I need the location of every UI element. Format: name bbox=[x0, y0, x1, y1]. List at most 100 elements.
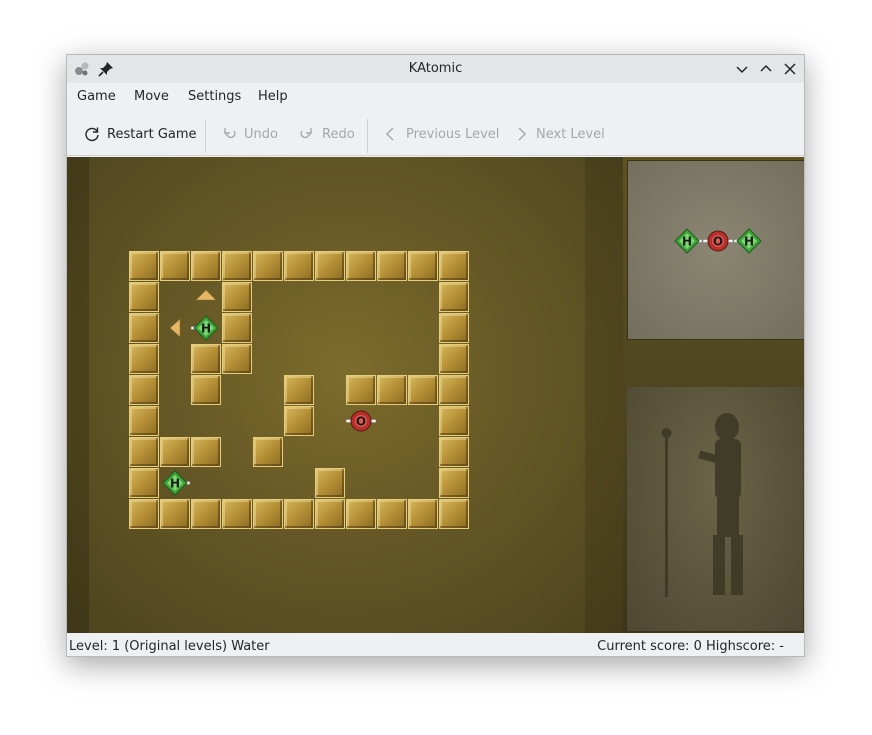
preview-hydrogen-atom: H bbox=[733, 228, 762, 254]
molecule-preview: HOH bbox=[674, 228, 762, 254]
wall-tile bbox=[315, 468, 345, 498]
previous-level-button[interactable]: Previous Level bbox=[382, 125, 499, 143]
wall-tile bbox=[191, 437, 221, 467]
sidebar: HOH bbox=[623, 157, 804, 633]
restart-game-button[interactable]: Restart Game bbox=[83, 125, 197, 143]
next-level-label: Next Level bbox=[536, 126, 605, 142]
wall-tile bbox=[439, 468, 469, 498]
wall-tile bbox=[439, 406, 469, 436]
wall-tile bbox=[222, 499, 252, 529]
level-status: Level: 1 (Original levels) Water bbox=[69, 639, 270, 654]
wall-tile bbox=[439, 282, 469, 312]
wall-tile bbox=[191, 344, 221, 374]
move-arrow-left-icon[interactable] bbox=[160, 313, 190, 347]
game-playfield[interactable]: H O H bbox=[67, 157, 623, 633]
toolbar: Restart Game Undo Redo Previous Level Ne… bbox=[67, 113, 804, 156]
title-bar: KAtomic bbox=[67, 55, 804, 83]
move-arrow-up-icon[interactable] bbox=[191, 282, 221, 316]
wall-tile bbox=[408, 375, 438, 405]
wall-tile bbox=[439, 375, 469, 405]
wall-tile bbox=[284, 406, 314, 436]
wall-tile bbox=[346, 251, 376, 281]
wall-tile bbox=[129, 344, 159, 374]
maximize-button[interactable] bbox=[757, 60, 775, 78]
wall-tile bbox=[253, 499, 283, 529]
undo-button[interactable]: Undo bbox=[220, 125, 278, 143]
app-window: KAtomic Game Move Settings Help Restart … bbox=[66, 54, 805, 657]
wall-tile bbox=[439, 313, 469, 343]
wall-tile bbox=[129, 313, 159, 343]
svg-text:H: H bbox=[682, 235, 692, 249]
wall-tile bbox=[191, 251, 221, 281]
svg-text:H: H bbox=[744, 235, 754, 249]
wall-tile bbox=[160, 437, 190, 467]
wall-tile bbox=[377, 375, 407, 405]
redo-icon bbox=[300, 128, 312, 139]
wall-tile bbox=[439, 251, 469, 281]
hydrogen-atom[interactable]: H bbox=[160, 468, 191, 498]
previous-level-label: Previous Level bbox=[406, 126, 500, 142]
next-level-button[interactable]: Next Level bbox=[512, 125, 605, 143]
wall-tile bbox=[284, 375, 314, 405]
wall-tile bbox=[253, 437, 283, 467]
svg-text:H: H bbox=[170, 477, 180, 491]
wall-tile bbox=[284, 251, 314, 281]
wall-tile bbox=[129, 375, 159, 405]
wall-tile bbox=[129, 437, 159, 467]
toolbar-separator bbox=[367, 119, 368, 153]
menu-game[interactable]: Game bbox=[77, 89, 116, 104]
preview-oxygen-atom: O bbox=[702, 230, 734, 252]
wall-tile bbox=[315, 499, 345, 529]
wall-tile bbox=[315, 251, 345, 281]
hydrogen-atom[interactable]: H bbox=[190, 313, 221, 343]
wall-tile bbox=[129, 499, 159, 529]
wall-tile bbox=[253, 251, 283, 281]
restart-game-label: Restart Game bbox=[107, 126, 197, 142]
svg-text:O: O bbox=[356, 415, 366, 429]
oxygen-atom[interactable]: O bbox=[345, 406, 377, 436]
menu-move[interactable]: Move bbox=[134, 89, 169, 104]
wall-tile bbox=[346, 499, 376, 529]
svg-text:H: H bbox=[201, 322, 211, 336]
wall-tile bbox=[408, 499, 438, 529]
menu-bar: Game Move Settings Help bbox=[67, 83, 804, 111]
game-board[interactable]: H O H bbox=[129, 251, 470, 530]
chevron-left-icon bbox=[386, 127, 394, 141]
wall-tile bbox=[222, 313, 252, 343]
wall-tile bbox=[160, 251, 190, 281]
wall-tile bbox=[439, 437, 469, 467]
stone-pillar bbox=[585, 157, 623, 633]
wall-tile bbox=[222, 251, 252, 281]
preview-hydrogen-atom: H bbox=[674, 228, 703, 254]
wall-tile bbox=[222, 344, 252, 374]
close-button[interactable] bbox=[781, 60, 799, 78]
stone-pillar bbox=[67, 157, 89, 633]
undo-label: Undo bbox=[244, 126, 278, 142]
wall-tile bbox=[222, 282, 252, 312]
wall-tile bbox=[129, 406, 159, 436]
egyptian-carving bbox=[627, 387, 803, 631]
wall-tile bbox=[129, 251, 159, 281]
wall-tile bbox=[439, 499, 469, 529]
status-bar: Level: 1 (Original levels) Water Current… bbox=[67, 634, 804, 656]
wall-tile bbox=[160, 499, 190, 529]
svg-text:O: O bbox=[713, 235, 723, 249]
toolbar-separator bbox=[205, 119, 206, 153]
redo-label: Redo bbox=[322, 126, 355, 142]
wall-tile bbox=[346, 375, 376, 405]
wall-tile bbox=[377, 499, 407, 529]
restart-icon bbox=[85, 127, 99, 142]
menu-settings[interactable]: Settings bbox=[188, 89, 241, 104]
wall-tile bbox=[284, 499, 314, 529]
chevron-right-icon bbox=[518, 127, 526, 141]
pharaoh-figure-icon bbox=[661, 413, 743, 597]
wall-tile bbox=[129, 282, 159, 312]
menu-help[interactable]: Help bbox=[258, 89, 288, 104]
wall-tile bbox=[408, 251, 438, 281]
target-molecule-preview: HOH bbox=[627, 160, 804, 340]
score-status: Current score: 0 Highscore: - bbox=[597, 639, 784, 654]
undo-icon bbox=[224, 128, 236, 139]
redo-button[interactable]: Redo bbox=[298, 125, 355, 143]
window-title: KAtomic bbox=[408, 61, 463, 76]
minimize-button[interactable] bbox=[733, 60, 751, 78]
